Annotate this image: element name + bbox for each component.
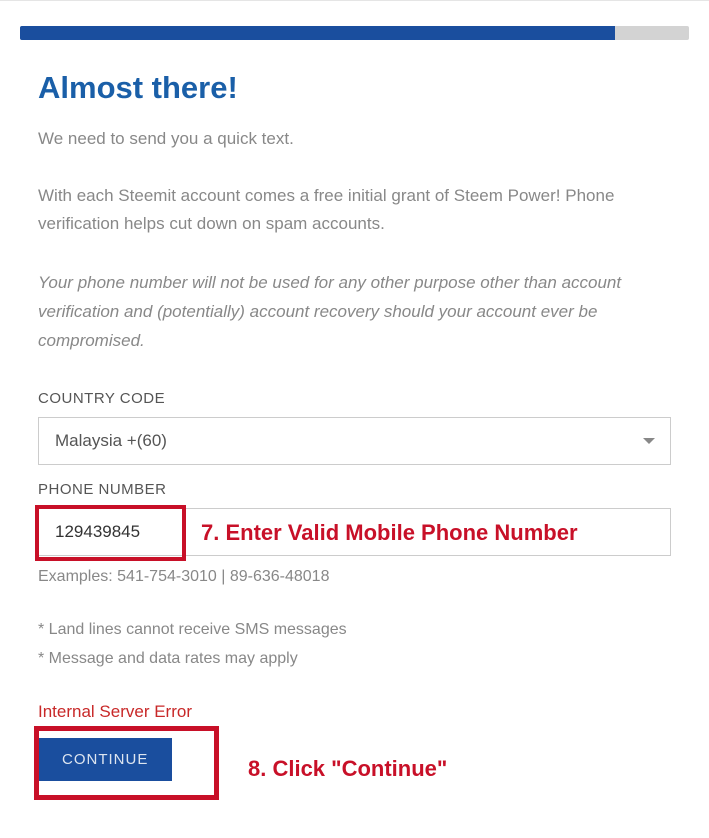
page-title: Almost there! [38,70,671,106]
annotation-text-continue: 8. Click "Continue" [248,756,447,782]
phone-examples: Examples: 541-754-3010 | 89-636-48018 [38,568,671,586]
continue-button[interactable]: CONTINUE [38,738,172,781]
country-code-label: COUNTRY CODE [38,390,671,407]
disclaimer-text: Your phone number will not be used for a… [38,269,671,356]
progress-container [0,26,709,40]
phone-input-row: 7. Enter Valid Mobile Phone Number [38,508,671,556]
button-row: CONTINUE 8. Click "Continue" [38,738,671,781]
top-divider [0,0,709,1]
country-code-select[interactable]: Malaysia +(60) [38,417,671,465]
error-message: Internal Server Error [38,702,671,722]
subtitle-text: We need to send you a quick text. [38,126,671,152]
main-content: Almost there! We need to send you a quic… [0,70,709,781]
note-rates: * Message and data rates may apply [38,645,671,672]
note-landlines: * Land lines cannot receive SMS messages [38,616,671,643]
phone-number-input[interactable] [38,508,671,556]
progress-bar [20,26,689,40]
notes-block: * Land lines cannot receive SMS messages… [38,616,671,672]
info-text: With each Steemit account comes a free i… [38,182,671,240]
progress-fill [20,26,615,40]
phone-number-label: PHONE NUMBER [38,481,671,498]
country-select-wrapper[interactable]: Malaysia +(60) [38,417,671,465]
